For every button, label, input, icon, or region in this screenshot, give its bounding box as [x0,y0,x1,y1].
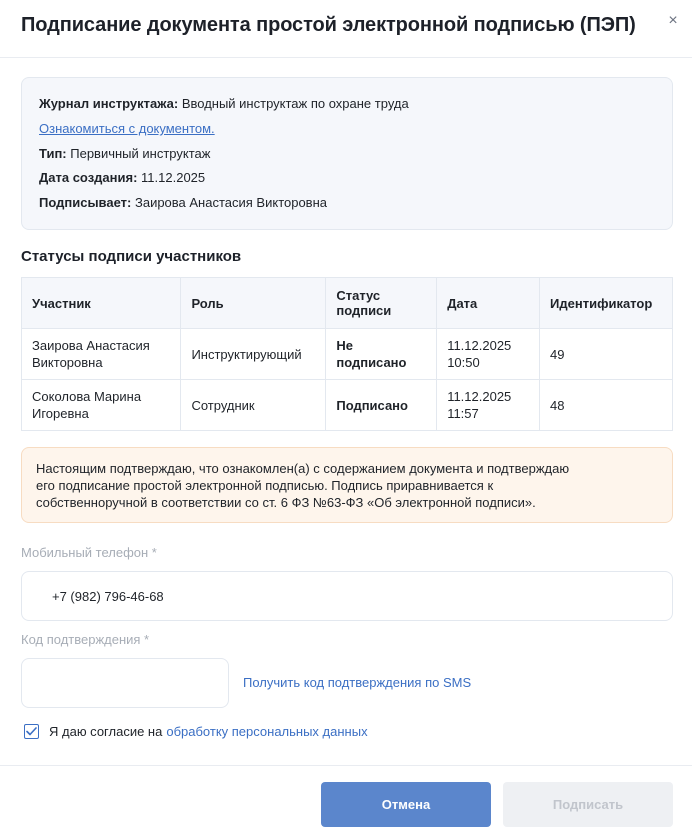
date-line1: 11.12.2025 [447,389,512,404]
status-badge: Не подписано [325,328,438,380]
participant-name-line2: Игоревна [32,406,89,421]
journal-label: Журнал инструктажа: [39,96,179,111]
col-status: Статус подписи [325,277,438,329]
personal-data-link[interactable]: обработку персональных данных [166,724,367,739]
notice-line3: собственноручной в соответствии со ст. 6… [36,495,536,510]
type-label: Тип: [39,146,67,161]
participant-name: Заирова Анастасия Викторовна [20,328,182,380]
date-line2: 10:50 [447,355,480,370]
table-row: Заирова Анастасия Викторовна Инструктиру… [20,328,673,380]
check-icon [26,726,37,735]
participant-date: 11.12.2025 11:57 [436,379,541,431]
consent-row: Я даю согласие на обработку персональных… [24,723,368,739]
legal-notice: Настоящим подтверждаю, что ознакомлен(а)… [21,447,673,523]
date-line2: 11:57 [447,406,479,421]
participant-id: 48 [539,379,673,431]
col-status-line1: Статус [336,288,381,303]
participant-name-line1: Соколова Марина [32,389,142,404]
created-label: Дата создания: [39,170,138,185]
participant-name-line2: Викторовна [32,355,103,370]
confirmation-code-input[interactable] [21,658,229,708]
col-status-line2: подписи [336,303,392,318]
footer-divider [0,765,692,766]
participant-id: 49 [539,328,673,380]
journal-row: Журнал инструктажа: Вводный инструктаж п… [39,96,409,111]
consent-checkbox[interactable] [24,723,39,739]
signer-label: Подписывает: [39,195,132,210]
open-document-link[interactable]: Ознакомиться с документом. [39,121,215,136]
created-value: 11.12.2025 [141,170,206,185]
participant-role: Инструктирующий [180,328,327,380]
signature-status-table: Участник Роль Статус подписи Дата Иденти… [20,277,673,431]
date-line1: 11.12.2025 [447,338,512,353]
table-header-row: Участник Роль Статус подписи Дата Иденти… [20,277,673,329]
phone-input[interactable] [21,571,673,621]
sign-button[interactable]: Подписать [503,782,673,827]
status-line2: подписано [336,355,407,370]
modal-title: Подписание документа простой электронной… [21,14,636,36]
participant-role: Сотрудник [180,379,327,431]
col-date: Дата [436,277,541,329]
signer-value: Заирова Анастасия Викторовна [134,195,328,210]
statuses-title: Статусы подписи участников [21,248,242,265]
cancel-button[interactable]: Отмена [321,782,491,827]
participant-date: 11.12.2025 10:50 [436,328,541,380]
status-badge: Подписано [325,379,438,431]
type-value: Первичный инструктаж [70,146,211,161]
table-row: Соколова Марина Игоревна Сотрудник Подпи… [20,379,673,431]
code-label: Код подтверждения * [21,632,150,647]
participant-name: Соколова Марина Игоревна [20,379,182,431]
created-row: Дата создания: 11.12.2025 [39,170,205,185]
consent-text: Я даю согласие на [49,723,163,739]
notice-line1: Настоящим подтверждаю, что ознакомлен(а)… [36,461,570,476]
signer-row: Подписывает: Заирова Анастасия Викторовн… [39,195,327,210]
close-icon[interactable]: × [664,12,682,30]
document-info-card: Журнал инструктажа: Вводный инструктаж п… [21,77,673,230]
get-sms-code-link[interactable]: Получить код подтверждения по SMS [243,675,471,690]
col-id: Идентификатор [539,277,673,329]
col-role: Роль [180,277,327,329]
phone-label: Мобильный телефон * [21,545,157,560]
notice-line2: его подписание простой электронной подпи… [36,478,494,493]
col-participant: Участник [20,277,182,329]
status-line1: Не [336,338,353,353]
modal-header: Подписание документа простой электронной… [0,0,692,58]
type-row: Тип: Первичный инструктаж [39,146,210,161]
participant-name-line1: Заирова Анастасия [32,338,150,353]
journal-value: Вводный инструктаж по охране труда [181,96,409,111]
doc-link-row: Ознакомиться с документом. [39,121,215,136]
